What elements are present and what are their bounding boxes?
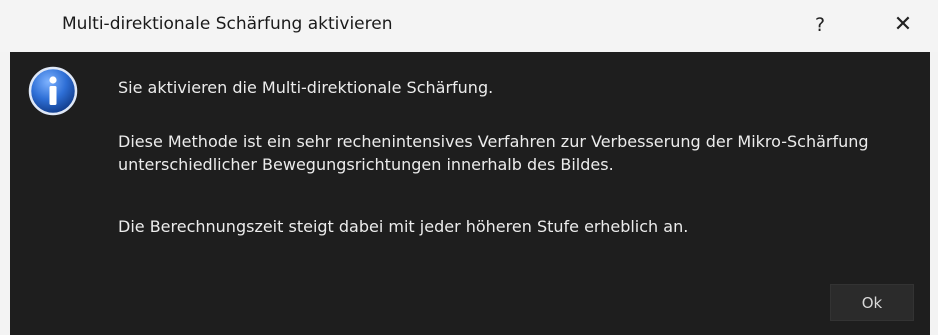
title-bar: Multi-direktionale Schärfung aktivieren …	[0, 0, 938, 52]
message-line-1: Sie aktivieren die Multi-direktionale Sc…	[118, 78, 494, 97]
dialog-window: Multi-direktionale Schärfung aktivieren …	[0, 0, 938, 335]
message-line-2: Diese Methode ist ein sehr rechenintensi…	[118, 132, 869, 174]
ok-button[interactable]: Ok	[830, 284, 914, 321]
dialog-title: Multi-direktionale Schärfung aktivieren	[62, 14, 393, 34]
dialog-content: Sie aktivieren die Multi-direktionale Sc…	[10, 52, 930, 335]
message-line-3: Die Berechnungszeit steigt dabei mit jed…	[118, 217, 689, 236]
info-icon	[28, 66, 78, 116]
close-button[interactable]: ✕	[886, 10, 920, 40]
help-button[interactable]: ?	[806, 10, 834, 40]
